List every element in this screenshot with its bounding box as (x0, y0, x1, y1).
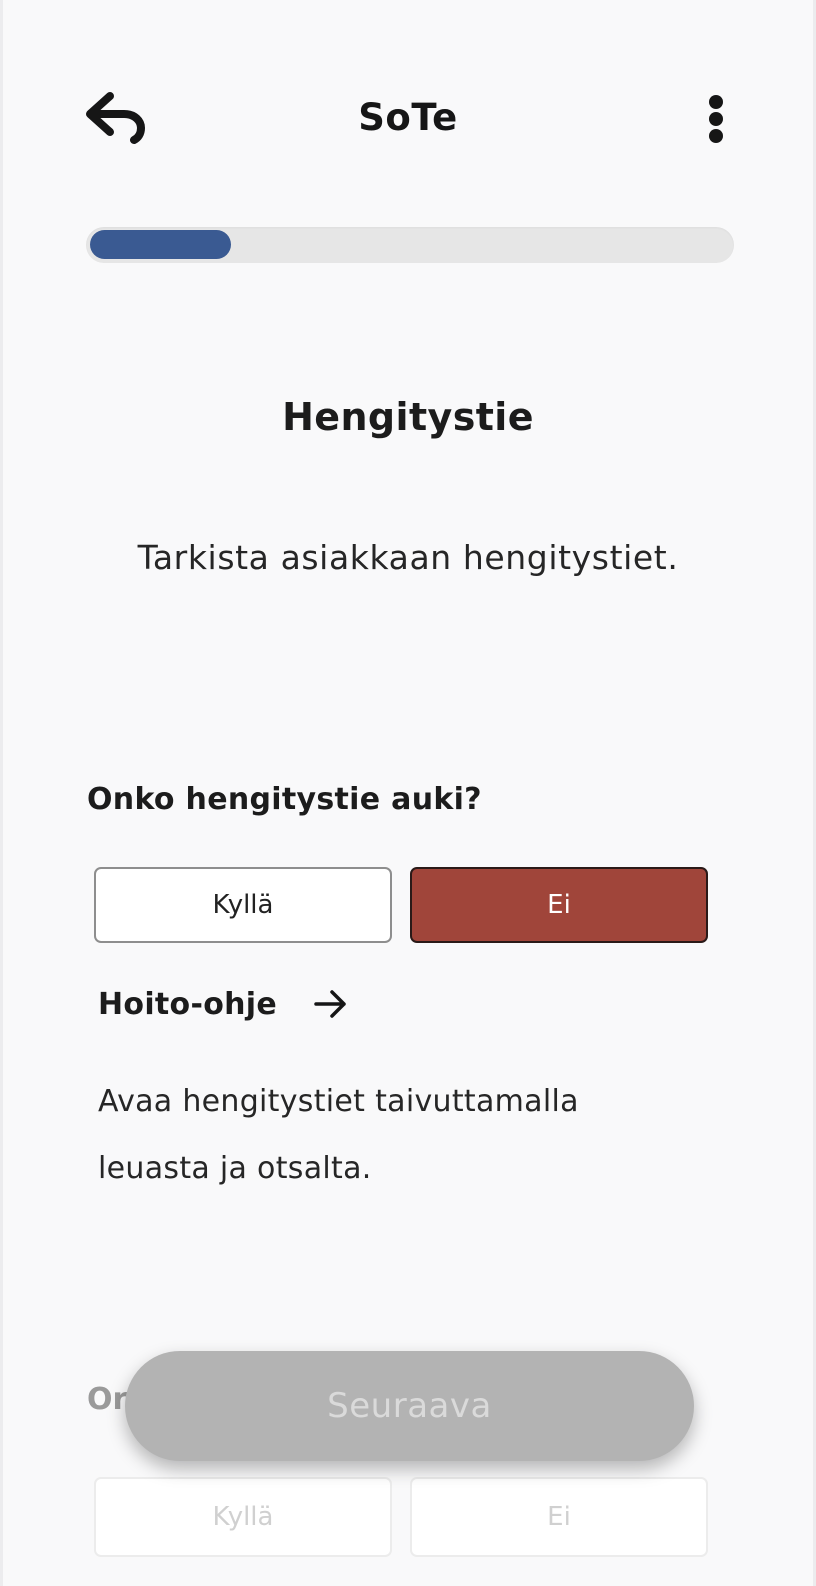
arrow-right-icon (314, 990, 346, 1018)
next-answer-no-button[interactable]: Ei (410, 1477, 708, 1557)
step-description: Tarkista asiakkaan hengitystiet. (137, 538, 679, 577)
care-instructions-label: Hoito-ohje (98, 986, 278, 1022)
more-menu-button[interactable] (698, 88, 734, 150)
question-label: Onko hengitystie auki? (87, 782, 482, 817)
answer-no-button[interactable]: Ei (410, 867, 708, 943)
step-title: Hengitystie (282, 395, 534, 439)
progress-bar (86, 227, 734, 263)
frame-edge-left (0, 0, 3, 1586)
app-title: SoTe (358, 96, 458, 139)
next-button[interactable]: Seuraava (125, 1351, 694, 1461)
care-instructions-link[interactable]: Hoito-ohje (98, 986, 349, 1022)
care-instructions-text: Avaa hengitystiet taivuttamalla leuasta … (98, 1084, 579, 1186)
progress-fill (90, 230, 231, 259)
answer-yes-button[interactable]: Kyllä (94, 867, 392, 943)
next-answer-yes-button[interactable]: Kyllä (94, 1477, 392, 1557)
